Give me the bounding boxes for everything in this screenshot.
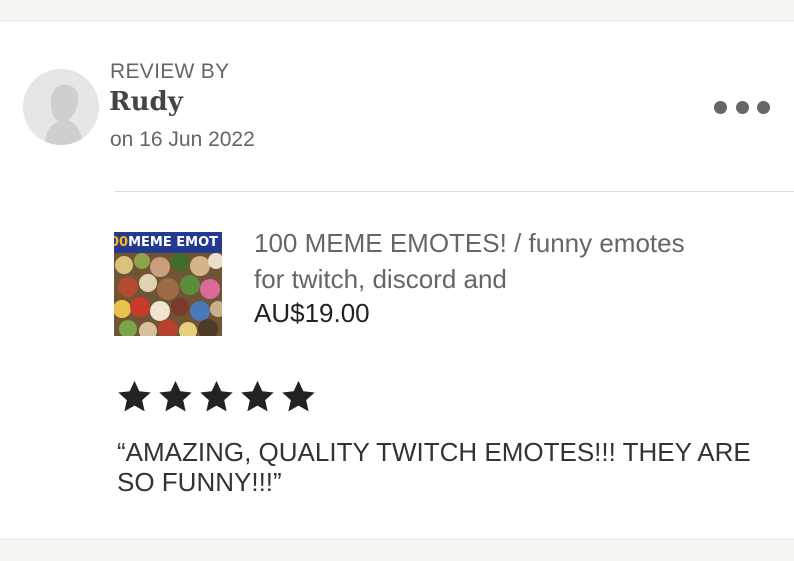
divider <box>115 191 794 192</box>
review-text: “AMAZING, QUALITY TWITCH EMOTES!!! THEY … <box>117 437 751 497</box>
product-thumbnail[interactable]: 00MEME EMOT <box>114 232 222 336</box>
product-price: AU$19.00 <box>254 298 370 328</box>
more-horizontal-icon-dot <box>757 100 770 114</box>
thumbnail-prefix: 00 <box>114 235 129 250</box>
star-icon <box>200 380 233 412</box>
review-card: REVIEW BY Rudy on 16 Jun 2022 00MEME EMO… <box>0 20 794 540</box>
thumbnail-text: MEME EMOT <box>128 235 218 250</box>
user-silhouette-icon <box>23 69 99 145</box>
review-date: on 16 Jun 2022 <box>110 128 255 151</box>
star-icon <box>282 380 315 412</box>
more-horizontal-icon <box>714 100 727 114</box>
star-icon <box>118 380 151 412</box>
meme-collage-image <box>114 253 222 336</box>
reviewer-name[interactable]: Rudy <box>109 87 183 117</box>
star-icon <box>159 380 192 412</box>
avatar[interactable] <box>23 69 99 145</box>
star-rating <box>114 378 319 414</box>
star-icon <box>241 380 274 412</box>
more-options-button[interactable] <box>714 95 770 119</box>
review-by-label: REVIEW BY <box>110 60 230 83</box>
thumbnail-banner: 00MEME EMOT <box>114 232 222 253</box>
product-title-link[interactable]: 100 MEME EMOTES! / funny emotes for twit… <box>254 225 694 297</box>
more-horizontal-icon-dot <box>735 100 749 114</box>
